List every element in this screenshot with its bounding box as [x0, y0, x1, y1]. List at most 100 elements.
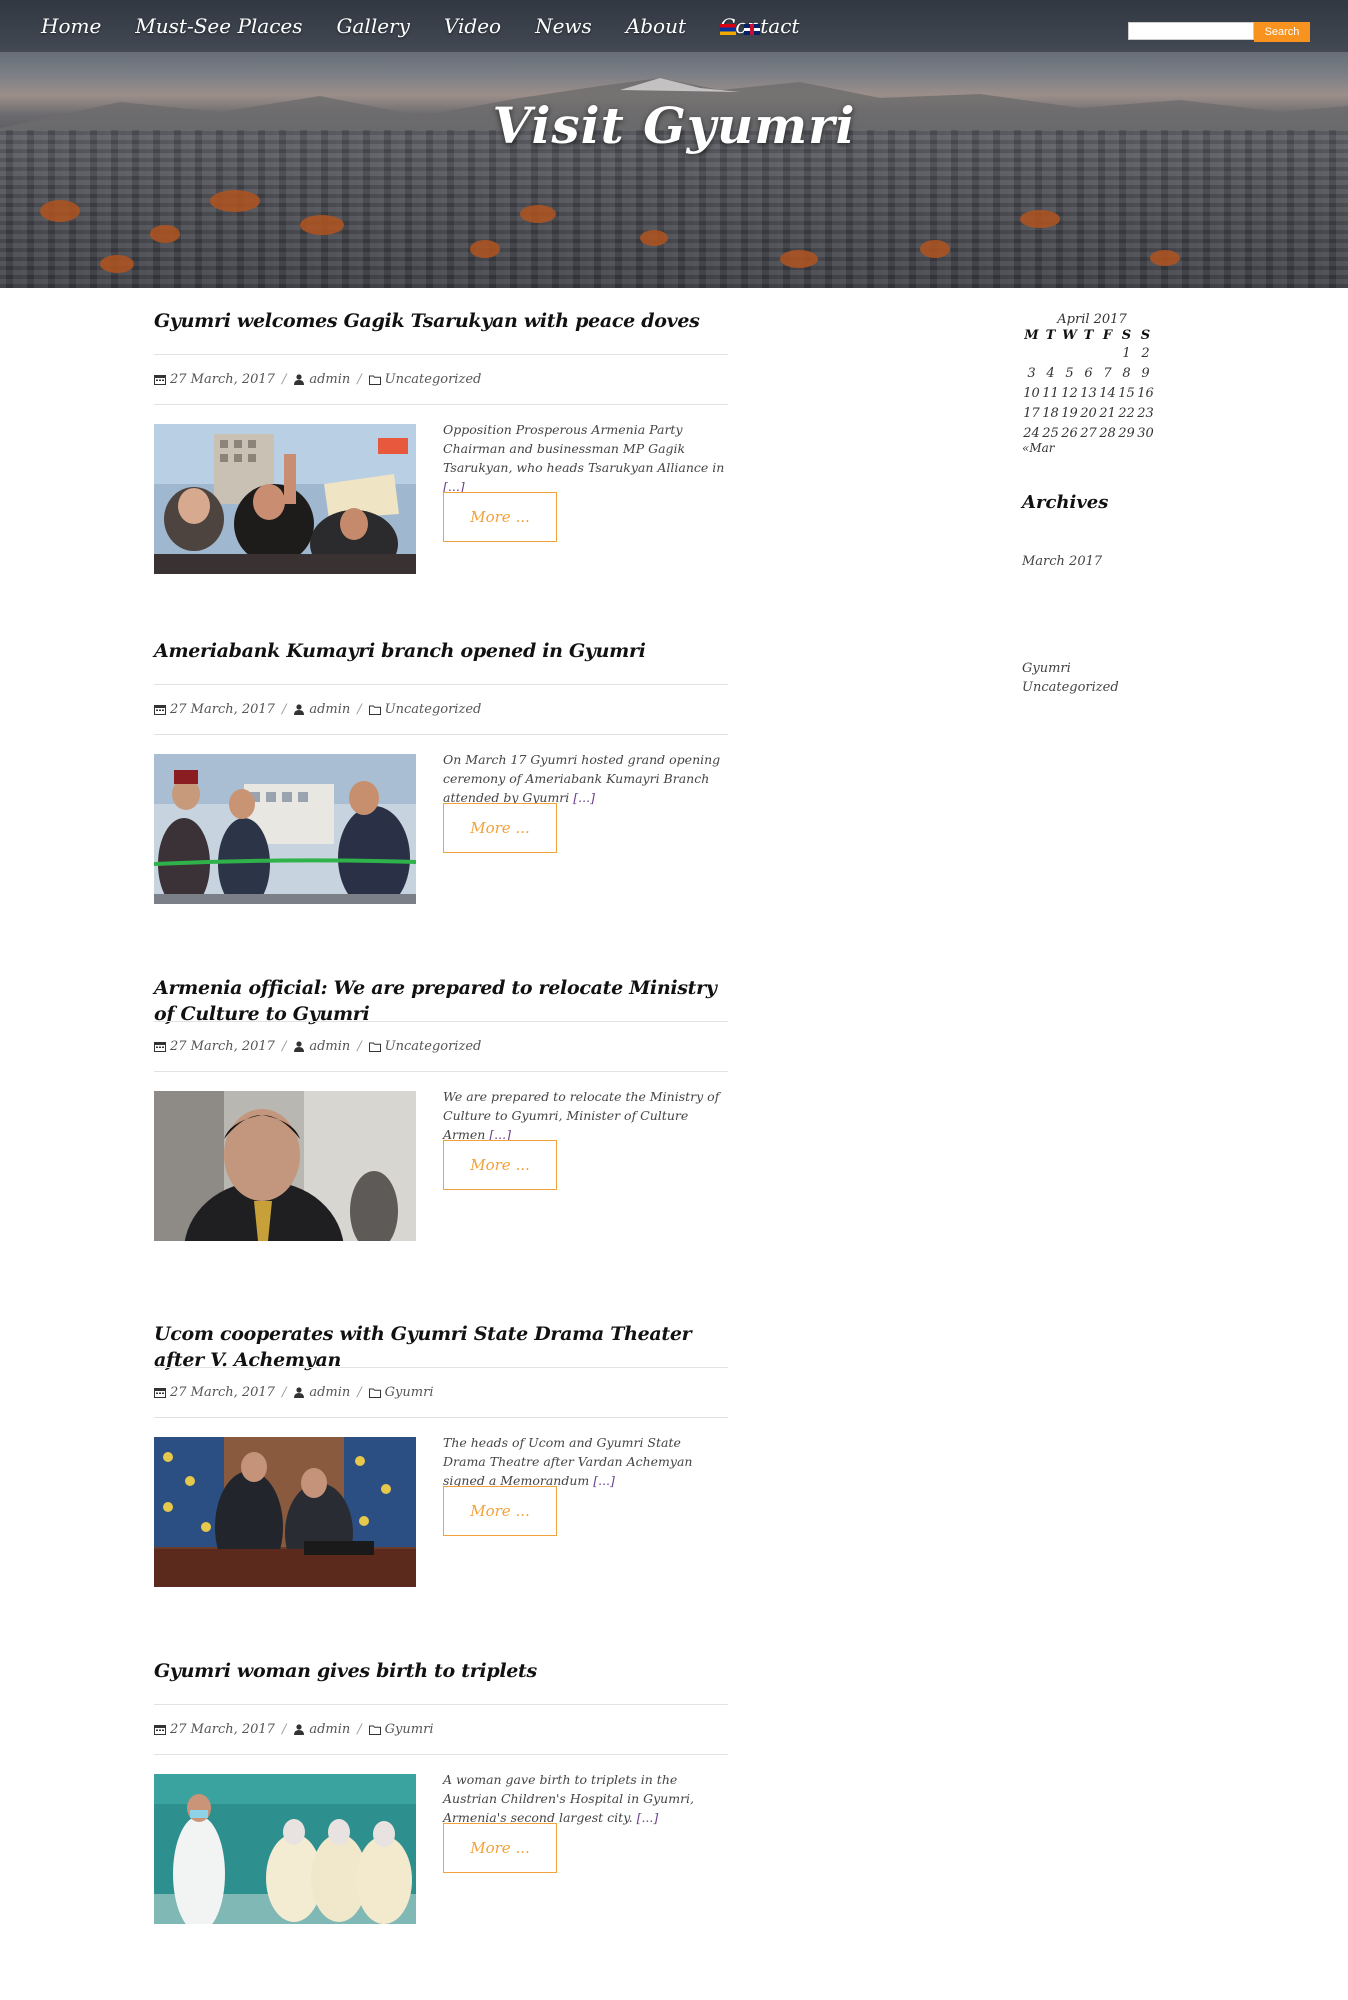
calendar-day: 19	[1061, 405, 1078, 421]
archive-link[interactable]: March 2017	[1022, 554, 1102, 569]
post-title[interactable]: Ameriabank Kumayri branch opened in Gyum…	[154, 638, 728, 664]
meta-separator: /	[357, 702, 362, 717]
category-link-uncategorized[interactable]: Uncategorized	[1022, 680, 1119, 695]
calendar-icon	[154, 705, 166, 715]
post-thumbnail[interactable]	[154, 1437, 416, 1587]
post-title[interactable]: Gyumri woman gives birth to triplets	[154, 1658, 728, 1684]
autumn-tree	[40, 200, 80, 222]
autumn-tree	[520, 205, 556, 223]
post-date: 27 March, 2017	[170, 1722, 275, 1737]
post-category-link[interactable]: Gyumri	[385, 1385, 434, 1400]
folder-icon	[368, 1725, 381, 1735]
calendar-day: 25	[1042, 425, 1059, 441]
weekday-label: W	[1062, 328, 1077, 343]
post-author-link[interactable]: admin	[309, 372, 350, 387]
calendar-widget: April 2017 M T W T F S S 1 2 3 4 5 6 7 8…	[1022, 312, 1162, 455]
more-button[interactable]: More ...	[443, 1486, 557, 1536]
nav-item-gallery[interactable]: Gallery	[320, 10, 427, 42]
weekday-label: F	[1102, 328, 1113, 343]
post-thumbnail[interactable]	[154, 1774, 416, 1924]
excerpt-ellipsis: [...]	[573, 790, 595, 805]
nav-item-video[interactable]: Video	[427, 10, 518, 42]
meta-separator: /	[281, 702, 287, 717]
meta-separator: /	[281, 1385, 287, 1400]
minister-portrait-photo	[154, 1091, 416, 1241]
post-meta: 27 March, 2017 / admin / Uncategorized	[154, 1039, 481, 1054]
post-author-link[interactable]: admin	[309, 1722, 350, 1737]
calendar-day: 6	[1084, 365, 1093, 381]
calendar-day: 11	[1042, 385, 1059, 401]
nav-item-must-see-places[interactable]: Must-See Places	[118, 10, 319, 42]
post-category-link[interactable]: Uncategorized	[385, 372, 482, 387]
post-category-link[interactable]: Uncategorized	[385, 702, 482, 717]
nav-item-about[interactable]: About	[609, 10, 703, 42]
post-card: Ucom cooperates with Gyumri State Drama …	[154, 1321, 728, 1587]
uk-flag-icon[interactable]	[744, 24, 760, 35]
calendar-day: 21	[1099, 405, 1116, 421]
calendar-icon	[154, 1725, 166, 1735]
calendar-day: 4	[1046, 365, 1055, 381]
divider	[154, 734, 728, 735]
category-link-gyumri[interactable]: Gyumri	[1022, 661, 1071, 676]
user-icon	[294, 1041, 305, 1052]
calendar-week: 3 4 5 6 7 8 9	[1022, 363, 1155, 383]
post-date: 27 March, 2017	[170, 702, 275, 717]
more-button[interactable]: More ...	[443, 1140, 557, 1190]
post-title[interactable]: Gyumri welcomes Gagik Tsarukyan with pea…	[154, 308, 728, 334]
search-button[interactable]: Search	[1254, 22, 1310, 42]
user-icon	[294, 1724, 305, 1735]
post-meta: 27 March, 2017 / admin / Uncategorized	[154, 702, 481, 717]
calendar-day: 9	[1141, 365, 1150, 381]
nav-item-news[interactable]: News	[518, 10, 609, 42]
archives-title: Archives	[1022, 492, 1109, 513]
site-title: Visit Gyumri	[492, 96, 856, 155]
post-meta: 27 March, 2017 / admin / Gyumri	[154, 1385, 433, 1400]
post-thumbnail[interactable]	[154, 424, 416, 574]
armenian-flag-icon[interactable]	[720, 24, 736, 35]
language-switcher	[720, 24, 760, 35]
calendar-day: 23	[1137, 405, 1154, 421]
more-button[interactable]: More ...	[443, 803, 557, 853]
divider	[154, 1021, 728, 1022]
post-author-link[interactable]: admin	[309, 1385, 350, 1400]
more-button[interactable]: More ...	[443, 492, 557, 542]
meta-separator: /	[281, 1039, 287, 1054]
calendar-day: 14	[1099, 385, 1116, 401]
post-excerpt: The heads of Ucom and Gyumri State Drama…	[443, 1433, 727, 1490]
meta-separator: /	[357, 1722, 362, 1737]
calendar-day	[1079, 343, 1098, 363]
weekday-label: T	[1083, 328, 1094, 343]
post-author-link[interactable]: admin	[309, 702, 350, 717]
post-title[interactable]: Armenia official: We are prepared to rel…	[154, 975, 728, 1027]
post-category-link[interactable]: Uncategorized	[385, 1039, 482, 1054]
weekday-label: M	[1024, 328, 1039, 343]
hospital-photo	[154, 1774, 416, 1924]
calendar-day: 20	[1080, 405, 1097, 421]
post-thumbnail[interactable]	[154, 754, 416, 904]
post-thumbnail[interactable]	[154, 1091, 416, 1241]
post-category-link[interactable]: Gyumri	[385, 1722, 434, 1737]
divider	[154, 1754, 728, 1755]
search-input[interactable]	[1128, 22, 1254, 40]
calendar-icon	[154, 1388, 166, 1398]
divider	[154, 1417, 728, 1418]
calendar-week: 17 18 19 20 21 22 23	[1022, 403, 1155, 423]
calendar-day: 22	[1118, 405, 1135, 421]
post-author-link[interactable]: admin	[309, 1039, 350, 1054]
more-button[interactable]: More ...	[443, 1823, 557, 1873]
ribbon-cutting-photo	[154, 754, 416, 904]
divider	[154, 1367, 728, 1368]
divider	[154, 1704, 728, 1705]
calendar-day: 10	[1023, 385, 1040, 401]
nav-menu: Home Must-See Places Gallery Video News …	[24, 10, 816, 42]
calendar-caption: April 2017	[1057, 312, 1127, 327]
excerpt-ellipsis: [...]	[593, 1473, 615, 1488]
post-title[interactable]: Ucom cooperates with Gyumri State Drama …	[154, 1321, 728, 1373]
calendar-day: 2	[1141, 345, 1150, 361]
folder-icon	[368, 705, 381, 715]
calendar-prev-month-link[interactable]: «Mar	[1022, 441, 1162, 455]
calendar-day: 3	[1027, 365, 1036, 381]
meta-separator: /	[357, 372, 362, 387]
nav-item-home[interactable]: Home	[24, 10, 118, 42]
calendar-day: 16	[1137, 385, 1154, 401]
